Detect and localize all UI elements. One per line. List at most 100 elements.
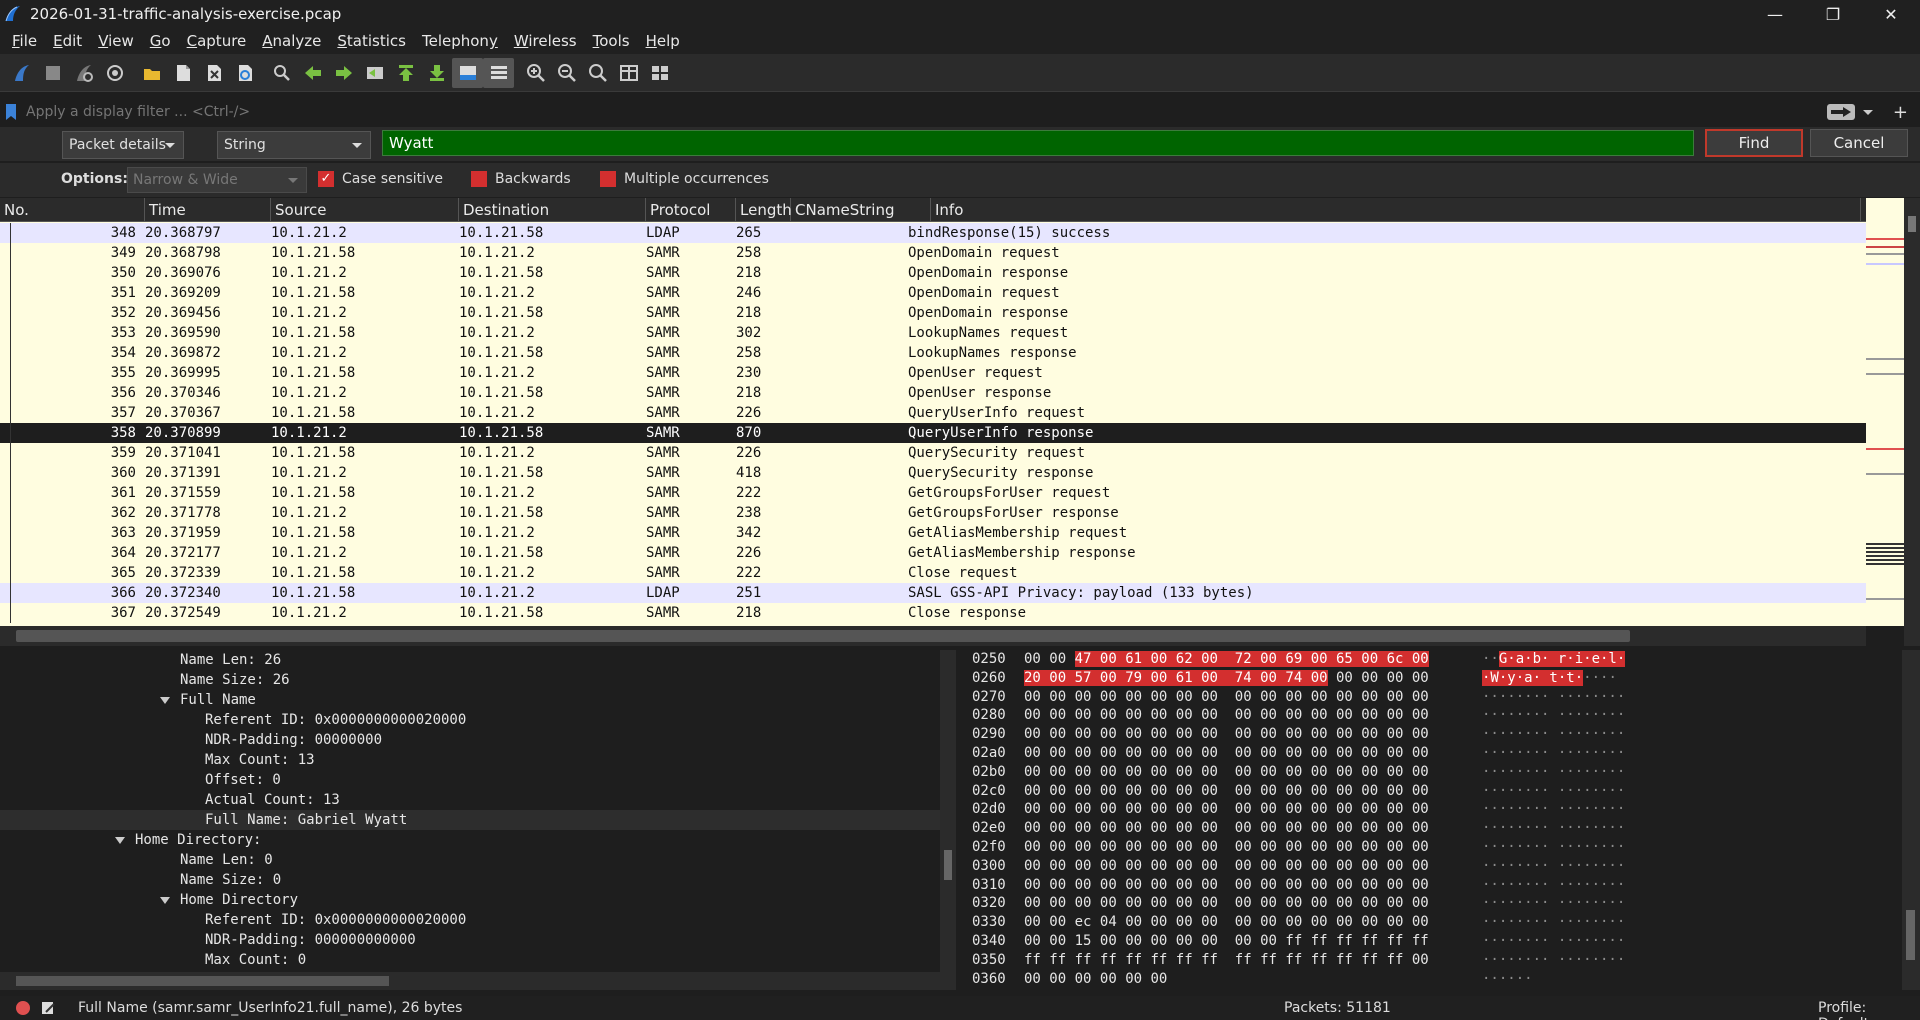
column-header-protocol[interactable]: Protocol <box>646 198 736 222</box>
search-in-dropdown[interactable]: Packet details <box>62 131 184 159</box>
go-to-packet-icon[interactable] <box>359 58 390 88</box>
add-filter-button-icon[interactable]: + <box>1893 102 1908 123</box>
auto-scroll-icon[interactable] <box>452 57 483 88</box>
resize-columns-icon[interactable] <box>613 58 644 88</box>
detail-tree-item[interactable]: Name Len: 26 <box>0 650 940 670</box>
close-button[interactable]: ✕ <box>1862 0 1920 28</box>
detail-tree-item[interactable]: Offset: 0 <box>0 770 940 790</box>
hex-row[interactable]: 0350 ff ff ff ff ff ff ff ff ff ff ff ff … <box>962 951 1902 970</box>
save-file-icon[interactable] <box>167 58 198 88</box>
display-filter-input[interactable] <box>22 100 1827 124</box>
menu-view[interactable]: View <box>90 32 142 50</box>
packet-row[interactable]: 360 20.371391 10.1.21.2 10.1.21.58 SAMR 418 Qu… <box>0 463 1866 483</box>
packet-row[interactable]: 356 20.370346 10.1.21.2 10.1.21.58 SAMR 218 Op… <box>0 383 1866 403</box>
detail-tree-item[interactable]: Actual Count: 13 <box>0 790 940 810</box>
hex-row[interactable]: 0300 00 00 00 00 00 00 00 00 00 00 00 00 … <box>962 857 1902 876</box>
hex-row[interactable]: 0260 20 00 57 00 79 00 61 00 74 00 74 00 … <box>962 669 1902 688</box>
detail-tree-item[interactable]: NDR-Padding: 00000000 <box>0 730 940 750</box>
hex-row[interactable]: 0270 00 00 00 00 00 00 00 00 00 00 00 00 … <box>962 688 1902 707</box>
packet-row[interactable]: 359 20.371041 10.1.21.58 10.1.21.2 SAMR 226 Qu… <box>0 443 1866 463</box>
go-back-icon[interactable] <box>297 58 328 88</box>
detail-tree-item[interactable]: Home Directory: <box>0 830 940 850</box>
expand-arrow-icon[interactable] <box>160 696 170 704</box>
packet-row[interactable]: 348 20.368797 10.1.21.2 10.1.21.58 LDAP 265 bi… <box>0 223 1866 243</box>
profile-selector[interactable]: Profile: Default <box>1818 1000 1920 1020</box>
charset-dropdown[interactable]: Narrow & Wide <box>127 167 307 193</box>
packet-row[interactable]: 351 20.369209 10.1.21.58 10.1.21.2 SAMR 246 Op… <box>0 283 1866 303</box>
zoom-in-icon[interactable] <box>520 58 551 88</box>
close-file-icon[interactable] <box>198 58 229 88</box>
hex-row[interactable]: 02b0 00 00 00 00 00 00 00 00 00 00 00 00 … <box>962 763 1902 782</box>
last-packet-icon[interactable] <box>421 58 452 88</box>
menu-edit[interactable]: Edit <box>45 32 90 50</box>
reload-file-icon[interactable] <box>229 58 260 88</box>
packet-list-hscrollbar[interactable] <box>0 626 1866 646</box>
packet-row[interactable]: 362 20.371778 10.1.21.2 10.1.21.58 SAMR 238 Ge… <box>0 503 1866 523</box>
menu-telephony[interactable]: Telephony <box>414 32 506 50</box>
packet-row[interactable]: 353 20.369590 10.1.21.58 10.1.21.2 SAMR 302 Lo… <box>0 323 1866 343</box>
hex-row[interactable]: 0280 00 00 00 00 00 00 00 00 00 00 00 00 … <box>962 706 1902 725</box>
hex-row[interactable]: 02d0 00 00 00 00 00 00 00 00 00 00 00 00 … <box>962 800 1902 819</box>
find-button[interactable]: Find <box>1705 129 1803 157</box>
packet-row[interactable]: 366 20.372340 10.1.21.58 10.1.21.2 LDAP 251 SA… <box>0 583 1866 603</box>
packet-row[interactable]: 364 20.372177 10.1.21.2 10.1.21.58 SAMR 226 Ge… <box>0 543 1866 563</box>
restore-button[interactable]: ❐ <box>1804 0 1862 28</box>
hex-row[interactable]: 0290 00 00 00 00 00 00 00 00 00 00 00 00 … <box>962 725 1902 744</box>
hex-row[interactable]: 02c0 00 00 00 00 00 00 00 00 00 00 00 00 … <box>962 782 1902 801</box>
bytes-scrollbar[interactable] <box>1902 650 1920 990</box>
packet-row[interactable]: 350 20.369076 10.1.21.2 10.1.21.58 SAMR 218 Op… <box>0 263 1866 283</box>
open-file-icon[interactable] <box>136 58 167 88</box>
packet-row[interactable]: 367 20.372549 10.1.21.2 10.1.21.58 SAMR 218 Cl… <box>0 603 1866 623</box>
hex-row[interactable]: 0330 00 00 ec 04 00 00 00 00 00 00 00 00 … <box>962 913 1902 932</box>
hex-row[interactable]: 02f0 00 00 00 00 00 00 00 00 00 00 00 00 … <box>962 838 1902 857</box>
details-scrollbar[interactable] <box>940 650 956 972</box>
hex-row[interactable]: 02e0 00 00 00 00 00 00 00 00 00 00 00 00 … <box>962 819 1902 838</box>
expand-arrow-icon[interactable] <box>160 896 170 904</box>
packet-list-scrollbar[interactable] <box>1904 198 1920 646</box>
search-type-dropdown[interactable]: String <box>217 131 371 159</box>
filter-dropdown-icon[interactable] <box>1862 109 1873 115</box>
packet-row[interactable]: 349 20.368798 10.1.21.58 10.1.21.2 SAMR 258 Op… <box>0 243 1866 263</box>
menu-capture[interactable]: Capture <box>179 32 255 50</box>
capture-comment-icon[interactable] <box>40 1000 56 1016</box>
find-packet-icon[interactable] <box>266 58 297 88</box>
apply-filter-arrow-icon[interactable] <box>1826 104 1855 120</box>
column-header-destination[interactable]: Destination <box>459 198 646 222</box>
hex-row[interactable]: 0320 00 00 00 00 00 00 00 00 00 00 00 00 … <box>962 894 1902 913</box>
column-header-cnamestring[interactable]: CNameString <box>791 198 931 222</box>
cancel-button[interactable]: Cancel <box>1810 129 1908 157</box>
hex-row[interactable]: 0360 00 00 00 00 00 00 ······ <box>962 970 1902 989</box>
packet-row[interactable]: 352 20.369456 10.1.21.2 10.1.21.58 SAMR 218 Op… <box>0 303 1866 323</box>
hex-row[interactable]: 02a0 00 00 00 00 00 00 00 00 00 00 00 00 … <box>962 744 1902 763</box>
menu-help[interactable]: Help <box>638 32 688 50</box>
column-header-time[interactable]: Time <box>145 198 271 222</box>
packet-row[interactable]: 355 20.369995 10.1.21.58 10.1.21.2 SAMR 230 Op… <box>0 363 1866 383</box>
restart-capture-icon[interactable] <box>68 58 99 88</box>
hex-row[interactable]: 0310 00 00 00 00 00 00 00 00 00 00 00 00 … <box>962 876 1902 895</box>
packet-row[interactable]: 365 20.372339 10.1.21.58 10.1.21.2 SAMR 222 Cl… <box>0 563 1866 583</box>
column-header-no[interactable]: No. <box>0 198 145 222</box>
hex-row[interactable]: 0340 00 00 15 00 00 00 00 00 00 00 ff ff … <box>962 932 1902 951</box>
start-capture-icon[interactable] <box>6 58 37 88</box>
backwards-checkbox[interactable]: Backwards <box>471 171 571 187</box>
detail-tree-item[interactable]: NDR-Padding: 000000000000 <box>0 930 940 950</box>
capture-options-icon[interactable] <box>99 58 130 88</box>
go-forward-icon[interactable] <box>328 58 359 88</box>
menu-go[interactable]: Go <box>142 32 179 50</box>
bookmark-icon[interactable] <box>0 104 22 120</box>
expert-info-icon[interactable] <box>16 1001 30 1015</box>
hex-row[interactable]: 0250 00 00 47 00 61 00 62 00 72 00 69 00 … <box>962 650 1902 669</box>
hscroll-thumb[interactable] <box>16 630 1630 642</box>
menu-wireless[interactable]: Wireless <box>506 32 585 50</box>
colorize-icon[interactable] <box>483 57 514 88</box>
detail-tree-item[interactable]: Referent ID: 0x0000000000020000 <box>0 710 940 730</box>
detail-tree-item[interactable]: Full Name <box>0 690 940 710</box>
packet-minimap[interactable] <box>1866 198 1904 626</box>
layout-icon[interactable] <box>644 58 675 88</box>
detail-tree-item[interactable]: Max Count: 0 <box>0 950 940 970</box>
first-packet-icon[interactable] <box>390 58 421 88</box>
detail-tree-item[interactable]: Name Size: 26 <box>0 670 940 690</box>
detail-tree-item[interactable]: Max Count: 13 <box>0 750 940 770</box>
normal-size-icon[interactable] <box>582 58 613 88</box>
minimize-button[interactable]: — <box>1746 0 1804 28</box>
